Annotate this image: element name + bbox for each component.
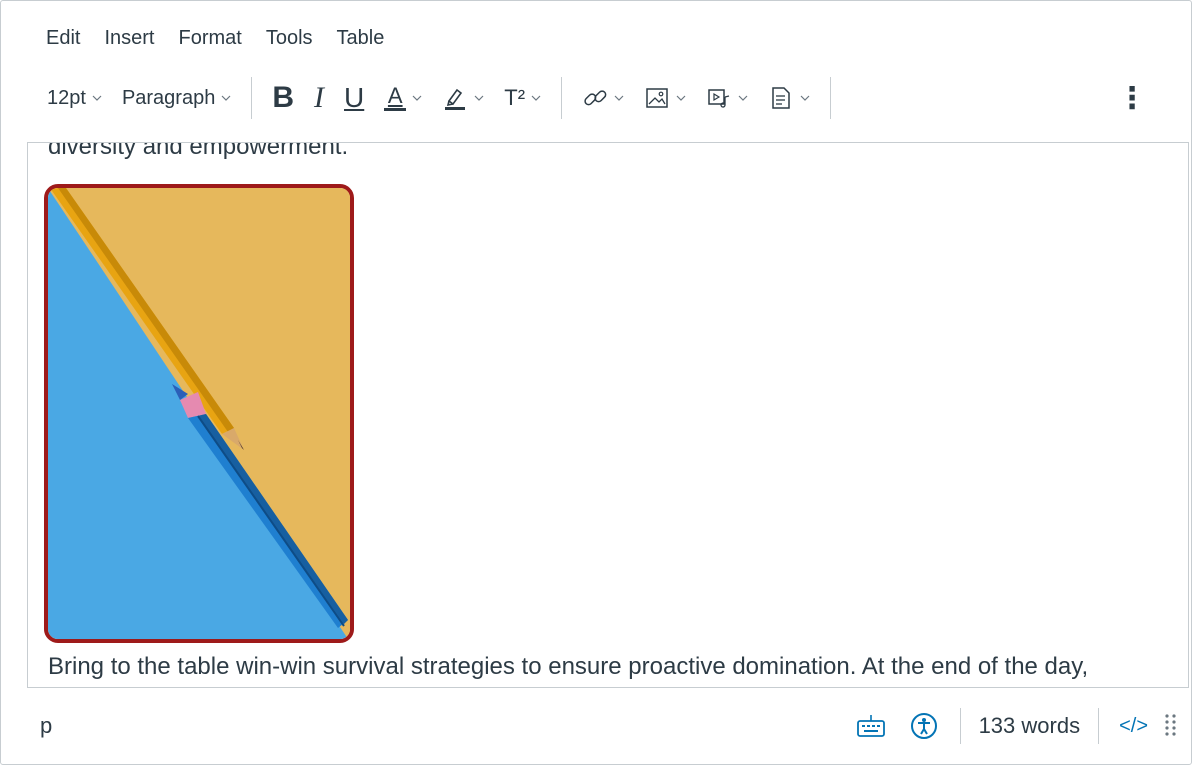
content-paragraph: diversity and empowerment.	[48, 142, 349, 160]
font-size-dropdown[interactable]: 12pt	[37, 75, 112, 121]
editor-toolbar: 12pt Paragraph B I U A T² ⋮	[37, 73, 1161, 123]
html-editor-toggle[interactable]: </>	[1109, 715, 1158, 738]
rich-content-editor: Edit Insert Format Tools Table 12pt Para…	[0, 0, 1192, 765]
text-color-swatch	[384, 107, 407, 111]
text-color-letter: A	[387, 82, 403, 108]
more-options-button[interactable]: ⋮	[1103, 75, 1161, 121]
chevron-down-icon	[92, 95, 102, 101]
selected-image[interactable]	[44, 184, 354, 643]
font-size-value: 12pt	[47, 86, 86, 109]
toolbar-divider	[251, 77, 253, 119]
highlight-color-button[interactable]	[432, 75, 494, 121]
italic-button[interactable]: I	[304, 75, 334, 121]
chevron-down-icon	[531, 95, 541, 101]
text-color-icon: A	[384, 82, 407, 111]
chevron-down-icon	[800, 95, 810, 101]
image-icon	[646, 88, 668, 108]
editor-content-area[interactable]: diversity and empowerment. Bring to the …	[27, 142, 1189, 688]
link-icon	[584, 90, 607, 106]
element-path[interactable]: p	[40, 713, 52, 739]
statusbar-divider	[1098, 708, 1100, 744]
statusbar-divider	[959, 708, 961, 744]
menu-format[interactable]: Format	[167, 23, 254, 53]
chevron-down-icon	[738, 95, 748, 101]
toolbar-divider	[830, 77, 832, 119]
chevron-down-icon	[676, 95, 686, 101]
menu-tools[interactable]: Tools	[254, 23, 325, 53]
menu-table[interactable]: Table	[325, 23, 397, 53]
chevron-down-icon	[474, 95, 484, 101]
text-color-button[interactable]: A	[374, 75, 432, 121]
editor-menubar: Edit Insert Format Tools Table	[34, 23, 396, 53]
chevron-down-icon	[412, 95, 422, 101]
keyboard-shortcuts-button[interactable]	[844, 713, 898, 739]
editor-statusbar: p 133 words </>	[28, 701, 1178, 751]
underline-button[interactable]: U	[334, 75, 374, 121]
chevron-down-icon	[614, 95, 624, 101]
bold-button[interactable]: B	[262, 75, 304, 121]
menu-edit[interactable]: Edit	[34, 23, 92, 53]
accessibility-checker-button[interactable]	[898, 712, 950, 740]
highlighter-icon	[445, 88, 466, 110]
content-paragraph: Bring to the table win-win survival stra…	[48, 653, 1089, 680]
image-button[interactable]	[634, 75, 696, 121]
document-icon	[772, 87, 790, 109]
accessibility-icon	[910, 713, 937, 739]
link-button[interactable]	[572, 75, 634, 121]
chevron-down-icon	[221, 95, 231, 101]
media-icon	[708, 89, 730, 108]
media-button[interactable]	[696, 75, 758, 121]
resize-handle-icon[interactable]	[1158, 712, 1178, 741]
pencils-image	[48, 188, 350, 639]
keyboard-icon	[856, 715, 885, 737]
menu-insert[interactable]: Insert	[92, 23, 166, 53]
superscript-icon: T²	[504, 85, 526, 110]
block-format-value: Paragraph	[121, 86, 216, 109]
word-count: 133 words	[978, 713, 1081, 738]
block-format-dropdown[interactable]: Paragraph	[112, 75, 241, 121]
document-button[interactable]	[758, 75, 820, 121]
toolbar-divider	[561, 77, 563, 119]
statusbar-actions: 133 words </>	[844, 706, 1178, 746]
superscript-button[interactable]: T²	[494, 75, 551, 121]
